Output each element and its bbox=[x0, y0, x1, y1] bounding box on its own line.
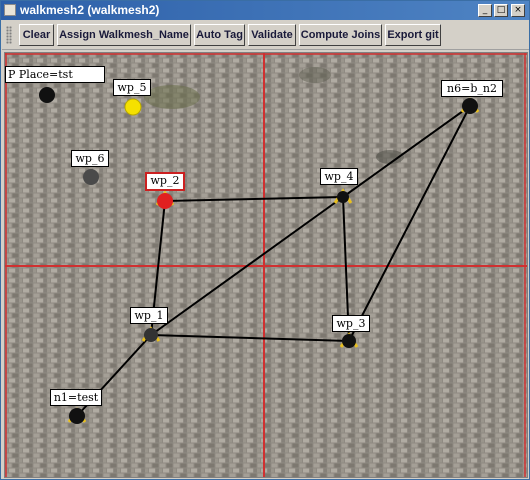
waypoint-marker-icon[interactable] bbox=[144, 328, 158, 342]
waypoint-wp5[interactable] bbox=[124, 98, 142, 116]
moss-patch bbox=[144, 85, 200, 109]
waypoint-marker-icon[interactable] bbox=[124, 98, 142, 116]
app-icon bbox=[4, 4, 16, 16]
debris-patch bbox=[299, 67, 331, 83]
waypoint-label-wp2[interactable]: wp_2 bbox=[145, 172, 185, 191]
validate-button[interactable]: Validate bbox=[248, 24, 296, 46]
waypoint-wp6[interactable] bbox=[83, 169, 99, 185]
waypoint-wp2[interactable] bbox=[155, 190, 175, 209]
minimize-button[interactable]: _ bbox=[478, 4, 492, 17]
waypoint-label-wp1[interactable]: wp_1 bbox=[130, 307, 168, 324]
canvas-drawing bbox=[5, 53, 527, 477]
waypoint-n6[interactable] bbox=[460, 97, 480, 114]
waypoint-marker-icon[interactable] bbox=[83, 169, 99, 185]
waypoint-label-wp4[interactable]: wp_4 bbox=[320, 168, 358, 185]
place-label[interactable]: P Place=tst bbox=[5, 66, 105, 83]
title-bar[interactable]: walkmesh2 (walkmesh2) _ □ × bbox=[1, 1, 529, 20]
export-git-button[interactable]: Export git bbox=[385, 24, 441, 46]
waypoint-marker-icon[interactable] bbox=[39, 87, 55, 103]
waypoint-n1[interactable] bbox=[67, 407, 87, 424]
app-window: walkmesh2 (walkmesh2) _ □ × Clear Assign… bbox=[0, 0, 530, 480]
waypoint-marker-icon[interactable] bbox=[157, 193, 173, 209]
toolbar-grip-icon[interactable] bbox=[6, 26, 12, 44]
assign-walkmesh-name-button[interactable]: Assign Walkmesh_Name bbox=[57, 24, 191, 46]
close-button[interactable]: × bbox=[511, 4, 525, 17]
waypoint-label-wp3[interactable]: wp_3 bbox=[332, 315, 370, 332]
waypoint-marker-icon[interactable] bbox=[337, 191, 349, 203]
waypoint-marker-icon[interactable] bbox=[462, 98, 478, 114]
toolbar: Clear Assign Walkmesh_Name Auto Tag Vali… bbox=[2, 21, 529, 50]
auto-tag-button[interactable]: Auto Tag bbox=[194, 24, 245, 46]
waypoint-label-wp6[interactable]: wp_6 bbox=[71, 150, 109, 167]
waypoint-marker-icon[interactable] bbox=[342, 334, 356, 348]
compute-joins-button[interactable]: Compute Joins bbox=[299, 24, 382, 46]
waypoint-marker-icon[interactable] bbox=[69, 408, 85, 424]
walkmesh-canvas[interactable]: P Place=tst wp_5 wp_6 wp_2 wp_4 wp_1 wp_… bbox=[4, 52, 528, 478]
waypoint-label-wp5[interactable]: wp_5 bbox=[113, 79, 151, 96]
waypoint-p[interactable] bbox=[39, 87, 55, 103]
waypoint-label-n6[interactable]: n6=b_n2 bbox=[441, 80, 503, 97]
maximize-button[interactable]: □ bbox=[494, 4, 508, 17]
window-title: walkmesh2 (walkmesh2) bbox=[20, 3, 160, 17]
waypoint-label-n1[interactable]: n1=test bbox=[50, 389, 102, 406]
clear-button[interactable]: Clear bbox=[19, 24, 54, 46]
